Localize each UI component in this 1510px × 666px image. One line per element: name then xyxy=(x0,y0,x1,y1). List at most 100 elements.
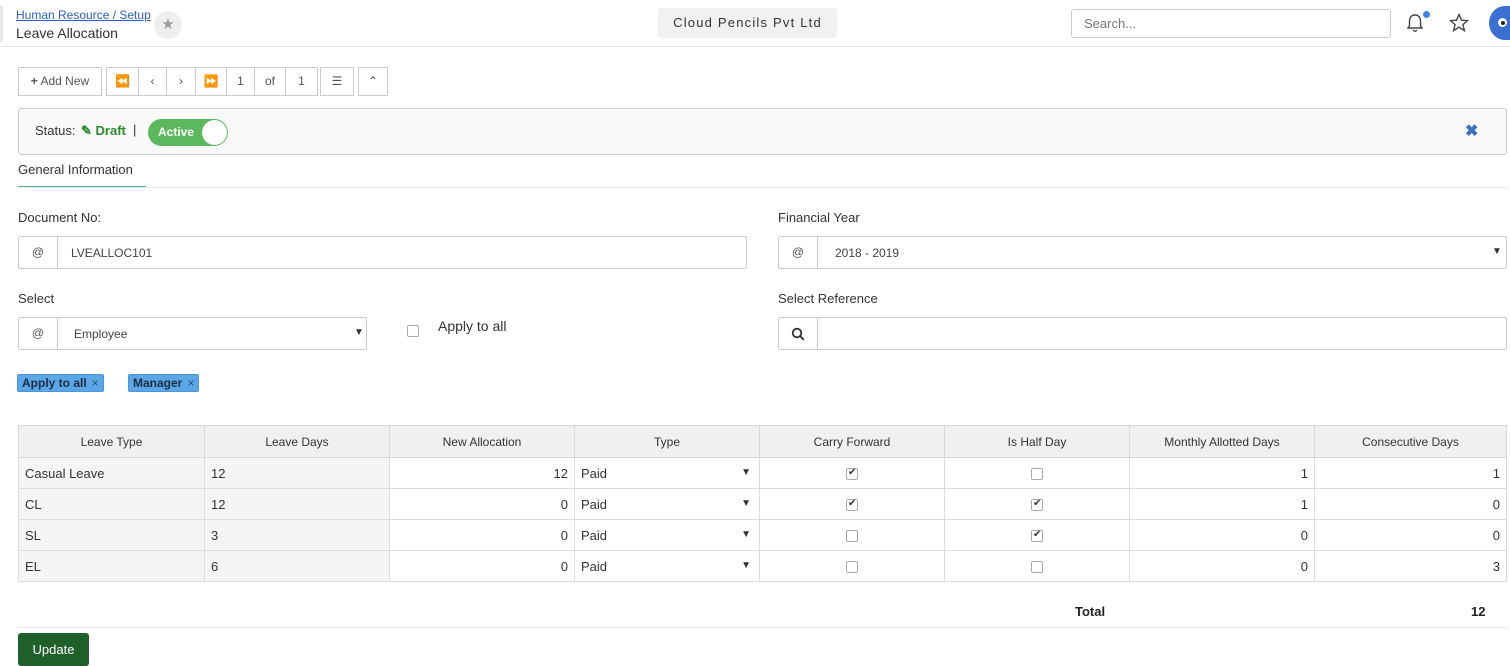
first-page-icon[interactable]: ⏪ xyxy=(107,68,139,95)
new-allocation-input[interactable]: 12 xyxy=(389,457,575,489)
monthly-allotted-input[interactable]: 1 xyxy=(1129,457,1315,489)
tag-apply-to-all: Apply to all × xyxy=(17,374,104,392)
tag-remove-icon[interactable]: × xyxy=(92,376,99,390)
is-half-day-checkbox[interactable] xyxy=(1031,561,1043,574)
tag-remove-icon[interactable]: × xyxy=(187,376,194,390)
column-header: Carry Forward xyxy=(759,425,945,458)
page-current[interactable]: 1 xyxy=(227,68,255,95)
column-header: Monthly Allotted Days xyxy=(1129,425,1315,458)
financial-year-value: 2018 - 2019 xyxy=(835,246,900,260)
prev-page-icon[interactable]: ‹ xyxy=(139,68,167,95)
column-header: Leave Type xyxy=(18,425,205,458)
leave-allocation-table: Leave Type Leave Days New Allocation Typ… xyxy=(18,425,1507,582)
consecutive-days-input[interactable]: 1 xyxy=(1314,457,1507,489)
is-half-day-checkbox[interactable] xyxy=(1031,498,1043,512)
table-row: SL30Paid▼00 xyxy=(18,519,1507,551)
carry-forward-cell xyxy=(759,519,945,551)
notification-dot xyxy=(1423,11,1430,18)
status-separator: | xyxy=(133,122,137,137)
carry-forward-checkbox[interactable] xyxy=(846,498,858,512)
breadcrumb[interactable]: Human Resource / Setup xyxy=(16,8,151,22)
avatar[interactable] xyxy=(1489,6,1510,40)
column-header: New Allocation xyxy=(389,425,575,458)
type-select[interactable]: Paid ▼ xyxy=(574,519,760,551)
is-half-day-cell xyxy=(944,519,1130,551)
leave-days-cell: 12 xyxy=(204,488,390,520)
top-bar: Human Resource / Setup Leave Allocation … xyxy=(0,0,1510,47)
consecutive-days-input[interactable]: 3 xyxy=(1314,550,1507,582)
document-no-value: LVEALLOC101 xyxy=(71,246,153,260)
monthly-allotted-input[interactable]: 0 xyxy=(1129,550,1315,582)
search-icon xyxy=(779,318,818,349)
is-half-day-cell xyxy=(944,488,1130,520)
select-type-value: Employee xyxy=(74,327,128,341)
chevron-down-icon: ▼ xyxy=(354,327,364,338)
column-header: Type xyxy=(574,425,760,458)
star-outline-icon[interactable] xyxy=(1449,13,1469,33)
status-bar: Status: ✎ Draft | Active ✖ xyxy=(18,108,1507,155)
carry-forward-cell xyxy=(759,457,945,489)
chevron-down-icon: ▼ xyxy=(741,498,751,509)
next-page-icon[interactable]: › xyxy=(167,68,196,95)
type-value: Paid xyxy=(581,558,608,574)
document-no-field[interactable]: @ LVEALLOC101 xyxy=(18,236,747,269)
leave-days-cell: 12 xyxy=(204,457,390,489)
new-allocation-input[interactable]: 0 xyxy=(389,550,575,582)
type-select[interactable]: Paid ▼ xyxy=(574,488,760,520)
monthly-allotted-input[interactable]: 0 xyxy=(1129,519,1315,551)
document-no-label: Document No: xyxy=(18,210,102,225)
is-half-day-checkbox[interactable] xyxy=(1031,468,1043,481)
update-button[interactable]: Update xyxy=(18,633,89,666)
status-draft-text: Draft xyxy=(95,123,126,138)
left-accent-bar xyxy=(0,6,3,42)
tag-label: Apply to all xyxy=(22,376,87,390)
column-header: Is Half Day xyxy=(944,425,1130,458)
leave-type-cell: EL xyxy=(18,550,205,582)
carry-forward-cell xyxy=(759,550,945,582)
new-allocation-input[interactable]: 0 xyxy=(389,488,575,520)
avatar-pupil xyxy=(1501,21,1505,25)
is-half-day-cell xyxy=(944,550,1130,582)
new-allocation-input[interactable]: 0 xyxy=(389,519,575,551)
list-view-icon[interactable]: ☰ xyxy=(320,67,354,96)
carry-forward-checkbox[interactable] xyxy=(846,467,858,481)
tab-divider xyxy=(18,187,1508,188)
consecutive-days-input[interactable]: 0 xyxy=(1314,519,1507,551)
monthly-allotted-input[interactable]: 1 xyxy=(1129,488,1315,520)
close-icon[interactable]: ✖ xyxy=(1465,121,1478,141)
consecutive-days-input[interactable]: 0 xyxy=(1314,488,1507,520)
chevron-down-icon: ▼ xyxy=(741,560,751,571)
collapse-up-icon[interactable]: ⌃ xyxy=(358,67,388,96)
page-title: Leave Allocation xyxy=(16,25,118,41)
is-half-day-checkbox[interactable] xyxy=(1031,529,1043,543)
status-value: ✎ Draft xyxy=(81,123,126,139)
type-select[interactable]: Paid ▼ xyxy=(574,550,760,582)
chevron-down-icon: ▼ xyxy=(741,529,751,540)
search-input[interactable] xyxy=(1071,9,1391,38)
total-divider xyxy=(18,627,1508,628)
type-select[interactable]: Paid ▼ xyxy=(574,457,760,489)
table-row: CL120Paid▼10 xyxy=(18,488,1507,520)
last-page-icon[interactable]: ⏩ xyxy=(196,68,227,95)
chevron-down-icon: ▼ xyxy=(1492,246,1502,257)
add-new-button[interactable]: + Add New xyxy=(18,67,102,96)
apply-to-all-checkbox[interactable] xyxy=(407,325,419,337)
page-total: 1 xyxy=(298,74,305,88)
select-reference-field[interactable] xyxy=(778,317,1507,350)
carry-forward-checkbox[interactable] xyxy=(846,561,858,574)
favorite-star-icon[interactable]: ★ xyxy=(154,11,182,39)
type-value: Paid xyxy=(581,465,608,481)
tab-general-information[interactable]: General Information xyxy=(18,162,146,188)
select-label: Select xyxy=(18,291,55,306)
pager-group: ⏪ ‹ › ⏩ 1 of 1 xyxy=(106,67,318,96)
leave-days-cell: 6 xyxy=(204,550,390,582)
active-toggle[interactable]: Active xyxy=(148,119,228,146)
add-new-label: Add New xyxy=(40,74,90,88)
select-type-select[interactable]: @ Employee ▼ xyxy=(18,317,367,350)
carry-forward-checkbox[interactable] xyxy=(846,530,858,543)
chevron-down-icon: ▼ xyxy=(741,467,751,478)
type-value: Paid xyxy=(581,527,608,543)
financial-year-select[interactable]: @ 2018 - 2019 ▼ xyxy=(778,236,1507,269)
leave-type-cell: SL xyxy=(18,519,205,551)
at-icon: @ xyxy=(19,237,58,268)
